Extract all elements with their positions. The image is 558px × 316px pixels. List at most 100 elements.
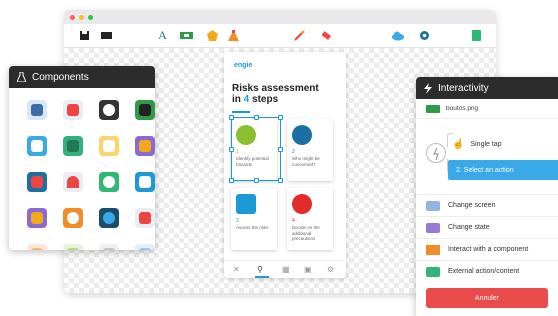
resize-handle[interactable] (229, 115, 234, 120)
text-tool-icon[interactable]: A (157, 29, 168, 41)
state-icon (426, 222, 440, 233)
trigger-row[interactable]: ☝ Single tap (452, 139, 502, 150)
wireless-component-icon[interactable] (63, 208, 83, 228)
title-line-2: in 4 steps (232, 94, 332, 105)
compass-component-icon[interactable] (99, 172, 119, 192)
step-number: 4 (292, 218, 295, 224)
animation-tool-icon[interactable] (228, 30, 239, 41)
resize-handle[interactable] (278, 115, 283, 120)
save-icon[interactable] (79, 30, 90, 41)
puzzle-component-icon[interactable] (63, 136, 83, 156)
action-label: External action/content (448, 268, 520, 275)
selection-box[interactable] (231, 117, 281, 181)
title-number: 4 (243, 94, 250, 105)
resize-handle[interactable] (278, 147, 283, 152)
screen-icon (426, 200, 440, 211)
action-label: Change state (448, 224, 490, 231)
screen-icon[interactable] (100, 30, 113, 41)
selected-file-row: boutos.png (416, 99, 558, 119)
quiz-component-icon[interactable] (99, 136, 119, 156)
panel-title: Components (32, 71, 89, 83)
draw-component-icon[interactable] (135, 136, 155, 156)
interactivity-header: Interactivity (416, 77, 558, 99)
step-card-2[interactable]: 2 Who might be concerned? (287, 119, 333, 181)
clipboard-icon (236, 194, 256, 214)
cloud-icon[interactable] (391, 30, 405, 41)
preview-icon[interactable] (471, 30, 482, 41)
shape-tool-icon[interactable] (207, 30, 218, 41)
layers-icon[interactable]: ▣ (304, 265, 312, 274)
component-icon (426, 244, 440, 255)
flask-icon (17, 72, 26, 82)
action-external-content[interactable]: External action/content (416, 260, 558, 282)
power-icon (426, 143, 446, 163)
avatar-component-icon[interactable] (135, 100, 155, 120)
lightning-icon (424, 82, 432, 94)
action-interact-component[interactable]: Interact with a component (416, 238, 558, 260)
resize-handle[interactable] (254, 178, 259, 183)
select-action-label: 2. Select an action (456, 166, 514, 174)
settings-icon[interactable]: ⚙ (327, 265, 334, 274)
refresh-component-icon[interactable] (99, 208, 119, 228)
image-file-icon (426, 104, 440, 113)
step-card-4[interactable]: 4 Decide on the additional precautions (287, 188, 333, 250)
list-component-icon[interactable] (99, 244, 119, 250)
maximize-window-button[interactable] (88, 14, 93, 20)
action-label: Change screen (448, 202, 496, 209)
step-number: 3 (236, 218, 239, 224)
minimize-window-button[interactable] (79, 14, 84, 20)
bluetooth-component-icon[interactable] (135, 244, 155, 250)
map-component-icon[interactable] (63, 244, 83, 250)
magic-wand-icon[interactable] (294, 30, 305, 41)
page-title: Risks assessment in 4 steps (232, 83, 332, 105)
image-component-icon[interactable] (63, 100, 83, 120)
title-underline (232, 111, 250, 113)
step-card-3[interactable]: 3 Assess the risks (231, 188, 277, 250)
drag-component-icon[interactable] (27, 172, 47, 192)
trigger-label: Single tap (470, 141, 502, 148)
close-window-button[interactable] (70, 14, 75, 20)
select-action-button[interactable]: 2. Select an action (448, 160, 558, 180)
external-icon (426, 266, 440, 277)
phone-bottom-toolbar: ✕ ⚲ ▦ ▣ ⚙ (224, 260, 346, 278)
step-text: Decide on the additional precautions (292, 225, 320, 241)
editor-toolbar: A (64, 24, 496, 48)
step-number: 2 (292, 149, 295, 155)
html5-component-icon[interactable] (135, 208, 155, 228)
action-change-screen[interactable]: Change screen (416, 194, 558, 216)
resize-handle[interactable] (229, 178, 234, 183)
image-tool-icon[interactable] (180, 30, 193, 41)
brand-logo: engie (234, 62, 253, 69)
step-text: Who might be concerned? (292, 156, 320, 167)
action-change-state[interactable]: Change state (416, 216, 558, 238)
precaution-icon (292, 194, 312, 214)
chat-component-icon[interactable] (27, 100, 47, 120)
music-component-icon[interactable] (135, 172, 155, 192)
cancel-button[interactable]: Annuler (426, 288, 548, 308)
interactivity-panel: Interactivity boutos.png ☝ Single tap 2.… (416, 77, 558, 316)
tool-icon[interactable]: ✕ (233, 265, 240, 274)
umbrella-component-icon[interactable] (63, 172, 83, 192)
eraser-icon[interactable] (320, 30, 331, 41)
title-line-1: Risks assessment (232, 83, 319, 94)
title-suffix: steps (252, 94, 279, 105)
action-label: Interact with a component (448, 246, 529, 253)
title-prefix: in (232, 94, 241, 105)
window-titlebar (64, 10, 496, 24)
step-text: Assess the risks (236, 225, 269, 230)
message-component-icon[interactable] (27, 136, 47, 156)
timer-component-icon[interactable] (27, 208, 47, 228)
file-name: boutos.png (446, 105, 479, 112)
resize-handle[interactable] (229, 147, 234, 152)
video-component-icon[interactable] (99, 100, 119, 120)
grid-icon[interactable]: ▦ (282, 265, 290, 274)
resize-handle[interactable] (278, 178, 283, 183)
people-icon (292, 125, 312, 145)
settings-gear-icon[interactable] (419, 30, 430, 41)
interaction-icon[interactable]: ⚲ (257, 265, 263, 274)
active-tab-indicator (255, 276, 269, 278)
resize-handle[interactable] (254, 115, 259, 120)
tap-hand-icon: ☝ (452, 139, 465, 150)
components-panel: Components (9, 66, 155, 250)
document-component-icon[interactable] (27, 244, 47, 250)
